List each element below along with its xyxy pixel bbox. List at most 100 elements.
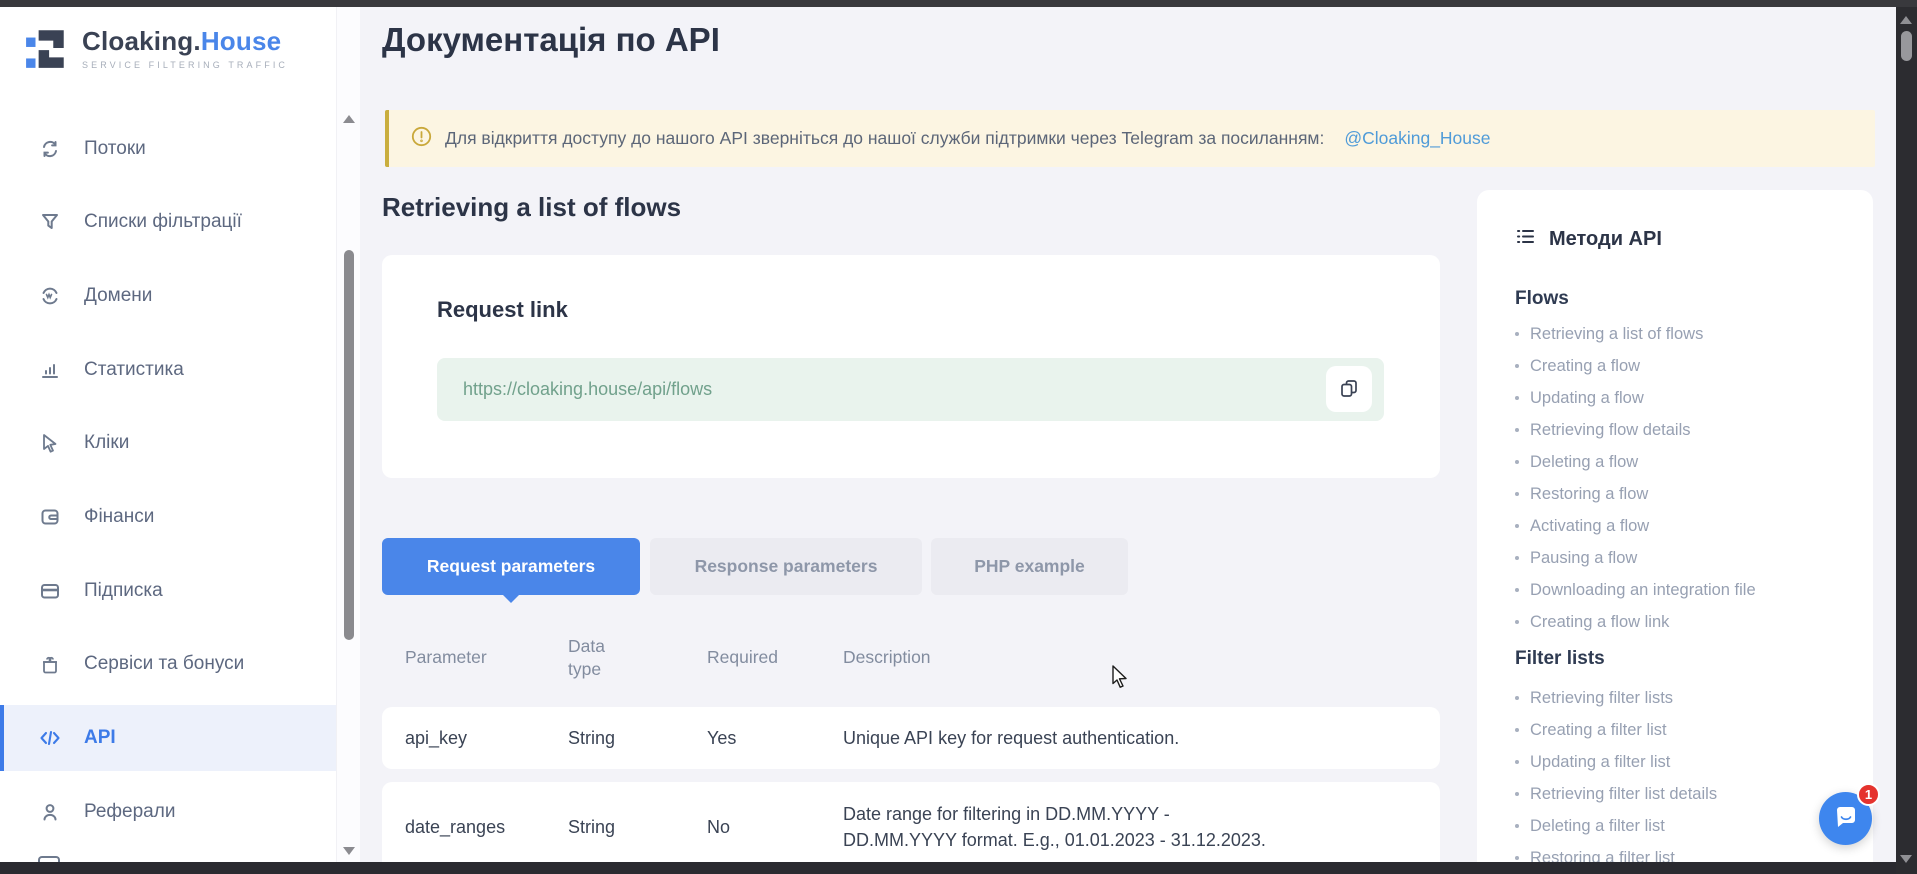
list-icon (1515, 226, 1536, 252)
method-link[interactable]: Retrieving flow details (1515, 414, 1855, 446)
section-title: Retrieving a list of flows (382, 192, 681, 223)
tab-request-parameters[interactable]: Request parameters (382, 538, 640, 595)
sidebar-item-statistics[interactable]: Статистика (0, 348, 336, 392)
bullet-icon (1515, 396, 1519, 400)
sidebar-item-services-bonuses[interactable]: Сервіси та бонуси (0, 642, 336, 686)
bullet-icon (1515, 588, 1519, 592)
param-name: api_key (405, 728, 568, 749)
bullet-icon (1515, 332, 1519, 336)
sidebar-item-flows[interactable]: Потоки (0, 127, 336, 171)
method-link[interactable]: Deleting a flow (1515, 446, 1855, 478)
copy-icon (1339, 378, 1359, 401)
method-link[interactable]: Updating a filter list (1515, 746, 1855, 778)
copy-button[interactable] (1326, 366, 1372, 412)
page-scrollbar-thumb[interactable] (1901, 31, 1912, 61)
sidebar-scrollbar[interactable] (336, 7, 360, 862)
sidebar-item-referrals[interactable]: Реферали (0, 790, 336, 834)
method-link[interactable]: Activating a flow (1515, 510, 1855, 542)
bullet-icon (1515, 728, 1519, 732)
tab-response-parameters[interactable]: Response parameters (650, 538, 922, 595)
page-title: Документація по API (382, 21, 720, 59)
gift-icon (38, 652, 62, 676)
request-link-card: Request link https://cloaking.house/api/… (382, 255, 1440, 478)
window-bottom-edge (0, 862, 1896, 874)
wallet-icon (38, 505, 62, 529)
brand-name: Cloaking.House (82, 26, 281, 56)
method-link[interactable]: Creating a flow link (1515, 606, 1855, 638)
sync-icon (38, 137, 62, 161)
method-link[interactable]: Updating a flow (1515, 382, 1855, 414)
sidebar-item-filter-lists[interactable]: Списки фільтрації (0, 200, 336, 244)
globe-icon (38, 284, 62, 308)
info-banner: Для відкриття доступу до нашого API звер… (385, 110, 1875, 167)
param-required: Yes (707, 728, 843, 749)
bullet-icon (1515, 856, 1519, 860)
method-link[interactable]: Creating a filter list (1515, 714, 1855, 746)
method-link[interactable]: Creating a flow (1515, 350, 1855, 382)
logo-mark-icon (24, 25, 70, 71)
column-header: Description (843, 647, 1440, 668)
sidebar-item-finance[interactable]: Фінанси (0, 495, 336, 539)
telegram-link[interactable]: @Cloaking_House (1344, 128, 1490, 149)
warning-icon (411, 126, 432, 152)
bullet-icon (1515, 696, 1519, 700)
scroll-up-icon[interactable] (1900, 16, 1912, 24)
main-content: Документація по API Для відкриття доступ… (360, 7, 1896, 862)
api-methods-panel: Методи API Flows Retrieving a list of fl… (1477, 190, 1873, 862)
scroll-down-icon[interactable] (1900, 855, 1912, 863)
scroll-up-icon[interactable] (343, 115, 355, 123)
methods-section-filter-lists: Filter lists (1515, 648, 1605, 670)
person-icon (38, 800, 62, 824)
bullet-icon (1515, 524, 1519, 528)
param-name: date_ranges (405, 817, 568, 838)
page-scrollbar[interactable] (1896, 7, 1917, 874)
method-link[interactable]: Pausing a flow (1515, 542, 1855, 574)
bullet-icon (1515, 792, 1519, 796)
method-link[interactable]: Retrieving a list of flows (1515, 318, 1855, 350)
logo[interactable]: Cloaking.House SERVICE FILTERING TRAFFIC (24, 25, 288, 71)
banner-text: Для відкриття доступу до нашого API звер… (445, 128, 1324, 149)
method-link[interactable]: Deleting a filter list (1515, 810, 1855, 842)
sidebar-item-domains[interactable]: Домени (0, 274, 336, 318)
bullet-icon (1515, 824, 1519, 828)
table-header-row: Parameter Data type Required Description (382, 630, 1440, 685)
bullet-icon (1515, 492, 1519, 496)
param-description: Date range for filtering in DD.MM.YYYY -… (843, 801, 1283, 853)
method-link[interactable]: Retrieving filter list details (1515, 778, 1855, 810)
sidebar-item-subscription[interactable]: Підписка (0, 569, 336, 613)
bullet-icon (1515, 460, 1519, 464)
table-row: date_ranges String No Date range for fil… (382, 782, 1440, 862)
method-link[interactable]: Restoring a filter list (1515, 842, 1855, 862)
scroll-down-icon[interactable] (343, 847, 355, 855)
column-header: Parameter (405, 647, 568, 668)
brand-tagline: SERVICE FILTERING TRAFFIC (82, 60, 288, 70)
request-url: https://cloaking.house/api/flows (463, 358, 712, 421)
credit-card-icon (38, 579, 62, 603)
cursor-icon (38, 431, 62, 455)
param-required: No (707, 817, 843, 838)
method-link[interactable]: Restoring a flow (1515, 478, 1855, 510)
bullet-icon (1515, 556, 1519, 560)
column-header: Required (707, 647, 843, 668)
request-url-field[interactable]: https://cloaking.house/api/flows (437, 358, 1384, 421)
column-header: Data type (568, 635, 620, 681)
sidebar-scrollbar-thumb[interactable] (344, 250, 354, 640)
sidebar-item-clicks[interactable]: Кліки (0, 421, 336, 465)
methods-panel-title: Методи API (1549, 228, 1662, 251)
table-row: api_key String Yes Unique API key for re… (382, 707, 1440, 769)
filter-icon (38, 210, 62, 234)
code-icon (38, 726, 62, 750)
bullet-icon (1515, 364, 1519, 368)
method-link[interactable]: Downloading an integration file (1515, 574, 1855, 606)
chat-bubble-icon (1833, 804, 1859, 833)
request-link-title: Request link (437, 297, 568, 323)
sidebar-item-api[interactable]: API (0, 705, 336, 771)
param-type: String (568, 728, 707, 749)
tab-php-example[interactable]: PHP example (931, 538, 1128, 595)
chat-badge: 1 (1857, 783, 1880, 806)
methods-section-flows: Flows (1515, 288, 1569, 310)
bar-chart-icon (38, 358, 62, 382)
param-type: String (568, 817, 707, 838)
param-description: Unique API key for request authenticatio… (843, 725, 1283, 751)
method-link[interactable]: Retrieving filter lists (1515, 682, 1855, 714)
